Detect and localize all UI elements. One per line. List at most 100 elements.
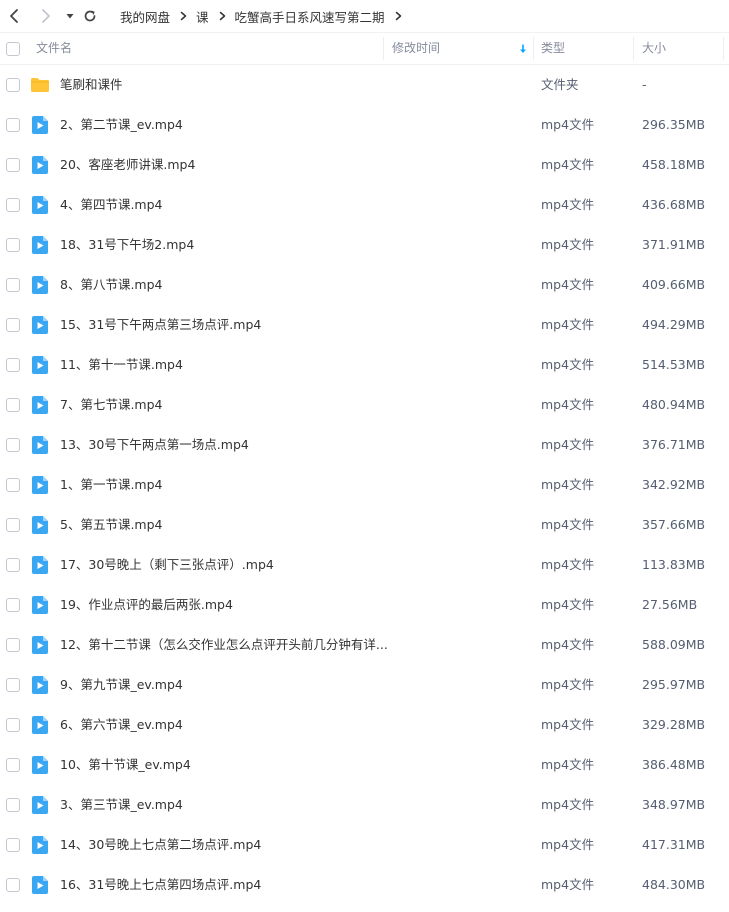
- breadcrumb-item-current-folder[interactable]: 吃蟹高手日系风速写第二期: [235, 7, 385, 26]
- file-name[interactable]: 2、第二节课_ev.mp4: [60, 105, 183, 145]
- file-row-checkbox[interactable]: [6, 798, 20, 812]
- file-row[interactable]: 笔刷和课件 文件夹 -: [0, 65, 729, 105]
- file-size: 357.66MB: [642, 517, 706, 532]
- file-row[interactable]: 2、第二节课_ev.mp4 mp4文件 296.35MB: [0, 105, 729, 145]
- column-header-type[interactable]: 类型: [541, 33, 565, 64]
- file-row[interactable]: 20、客座老师讲课.mp4 mp4文件 458.18MB: [0, 145, 729, 185]
- file-size: 588.09MB: [642, 637, 706, 652]
- file-name[interactable]: 1、第一节课.mp4: [60, 465, 163, 505]
- file-row-checkbox[interactable]: [6, 678, 20, 692]
- file-name[interactable]: 10、第十节课_ev.mp4: [60, 745, 191, 785]
- chevron-right-icon: [42, 9, 50, 23]
- file-name[interactable]: 14、30号晚上七点第二场点评.mp4: [60, 825, 261, 865]
- file-size: 348.97MB: [642, 797, 706, 812]
- file-name[interactable]: 19、作业点评的最后两张.mp4: [60, 585, 233, 625]
- file-row[interactable]: 7、第七节课.mp4 mp4文件 480.94MB: [0, 385, 729, 425]
- file-row-checkbox[interactable]: [6, 398, 20, 412]
- file-row-checkbox[interactable]: [6, 878, 20, 892]
- file-row-checkbox[interactable]: [6, 518, 20, 532]
- file-type: mp4文件: [541, 837, 595, 852]
- file-row[interactable]: 13、30号下午两点第一场点.mp4 mp4文件 376.71MB: [0, 425, 729, 465]
- file-row[interactable]: 16、31号晚上七点第四场点评.mp4 mp4文件 484.30MB: [0, 865, 729, 905]
- video-file-icon: [30, 795, 50, 815]
- file-row[interactable]: 19、作业点评的最后两张.mp4 mp4文件 27.56MB: [0, 585, 729, 625]
- file-row[interactable]: 10、第十节课_ev.mp4 mp4文件 386.48MB: [0, 745, 729, 785]
- file-name[interactable]: 17、30号晚上（剩下三张点评）.mp4: [60, 545, 274, 585]
- file-name[interactable]: 8、第八节课.mp4: [60, 265, 163, 305]
- file-name[interactable]: 12、第十二节课（怎么交作业怎么点评开头前几分钟有详...: [60, 625, 388, 665]
- file-row[interactable]: 17、30号晚上（剩下三张点评）.mp4 mp4文件 113.83MB: [0, 545, 729, 585]
- file-row[interactable]: 15、31号下午两点第三场点评.mp4 mp4文件 494.29MB: [0, 305, 729, 345]
- file-type: mp4文件: [541, 877, 595, 892]
- file-type: mp4文件: [541, 677, 595, 692]
- video-file-icon: [30, 715, 50, 735]
- file-name[interactable]: 15、31号下午两点第三场点评.mp4: [60, 305, 261, 345]
- file-name[interactable]: 4、第四节课.mp4: [60, 185, 163, 225]
- video-file-icon: [30, 435, 50, 455]
- refresh-button[interactable]: [80, 5, 100, 27]
- file-type: mp4文件: [541, 637, 595, 652]
- file-row[interactable]: 1、第一节课.mp4 mp4文件 342.92MB: [0, 465, 729, 505]
- file-row-checkbox[interactable]: [6, 758, 20, 772]
- file-row-checkbox[interactable]: [6, 838, 20, 852]
- file-row[interactable]: 14、30号晚上七点第二场点评.mp4 mp4文件 417.31MB: [0, 825, 729, 865]
- file-row[interactable]: 18、31号下午场2.mp4 mp4文件 371.91MB: [0, 225, 729, 265]
- file-row[interactable]: 3、第三节课_ev.mp4 mp4文件 348.97MB: [0, 785, 729, 825]
- file-name[interactable]: 18、31号下午场2.mp4: [60, 225, 194, 265]
- video-file-icon: [30, 595, 50, 615]
- file-name[interactable]: 16、31号晚上七点第四场点评.mp4: [60, 865, 261, 905]
- file-row-checkbox[interactable]: [6, 158, 20, 172]
- file-name[interactable]: 6、第六节课_ev.mp4: [60, 705, 183, 745]
- history-dropdown-button[interactable]: [60, 5, 80, 27]
- column-header-modified[interactable]: 修改时间: [392, 33, 440, 64]
- select-all-checkbox[interactable]: [6, 42, 20, 56]
- refresh-icon: [84, 10, 96, 22]
- file-row-checkbox[interactable]: [6, 278, 20, 292]
- breadcrumb-item-course[interactable]: 课: [196, 7, 209, 26]
- file-row[interactable]: 9、第九节课_ev.mp4 mp4文件 295.97MB: [0, 665, 729, 705]
- file-size: 417.31MB: [642, 837, 706, 852]
- file-row-checkbox[interactable]: [6, 558, 20, 572]
- file-name[interactable]: 3、第三节课_ev.mp4: [60, 785, 183, 825]
- file-row-checkbox[interactable]: [6, 638, 20, 652]
- video-file-icon: [30, 155, 50, 175]
- column-header-size[interactable]: 大小: [642, 33, 666, 64]
- file-size: 329.28MB: [642, 717, 706, 732]
- file-row[interactable]: 11、第十一节课.mp4 mp4文件 514.53MB: [0, 345, 729, 385]
- file-row[interactable]: 4、第四节课.mp4 mp4文件 436.68MB: [0, 185, 729, 225]
- file-name[interactable]: 9、第九节课_ev.mp4: [60, 665, 183, 705]
- file-row-checkbox[interactable]: [6, 438, 20, 452]
- back-button[interactable]: [4, 5, 24, 27]
- file-size: 296.35MB: [642, 117, 706, 132]
- file-row[interactable]: 8、第八节课.mp4 mp4文件 409.66MB: [0, 265, 729, 305]
- file-row-checkbox[interactable]: [6, 478, 20, 492]
- file-row-checkbox[interactable]: [6, 78, 20, 92]
- caret-down-icon: [66, 14, 74, 19]
- column-header-name[interactable]: 文件名: [36, 33, 72, 64]
- breadcrumb-item-my-drive[interactable]: 我的网盘: [120, 7, 170, 26]
- file-name[interactable]: 11、第十一节课.mp4: [60, 345, 183, 385]
- file-row[interactable]: 5、第五节课.mp4 mp4文件 357.66MB: [0, 505, 729, 545]
- video-file-icon: [30, 195, 50, 215]
- file-row-checkbox[interactable]: [6, 198, 20, 212]
- file-size: 295.97MB: [642, 677, 706, 692]
- file-name[interactable]: 7、第七节课.mp4: [60, 385, 163, 425]
- file-name[interactable]: 笔刷和课件: [60, 65, 123, 105]
- file-row-checkbox[interactable]: [6, 358, 20, 372]
- forward-button[interactable]: [36, 5, 56, 27]
- file-row[interactable]: 6、第六节课_ev.mp4 mp4文件 329.28MB: [0, 705, 729, 745]
- file-size: -: [642, 77, 647, 92]
- file-name[interactable]: 20、客座老师讲课.mp4: [60, 145, 195, 185]
- file-size: 113.83MB: [642, 557, 706, 572]
- file-row-checkbox[interactable]: [6, 238, 20, 252]
- file-name[interactable]: 13、30号下午两点第一场点.mp4: [60, 425, 249, 465]
- file-size: 342.92MB: [642, 477, 706, 492]
- file-row-checkbox[interactable]: [6, 318, 20, 332]
- file-row-checkbox[interactable]: [6, 118, 20, 132]
- file-row-checkbox[interactable]: [6, 598, 20, 612]
- file-row-checkbox[interactable]: [6, 718, 20, 732]
- file-row[interactable]: 12、第十二节课（怎么交作业怎么点评开头前几分钟有详... mp4文件 588.09…: [0, 625, 729, 665]
- file-name[interactable]: 5、第五节课.mp4: [60, 505, 163, 545]
- file-type: mp4文件: [541, 277, 595, 292]
- file-size: 494.29MB: [642, 317, 706, 332]
